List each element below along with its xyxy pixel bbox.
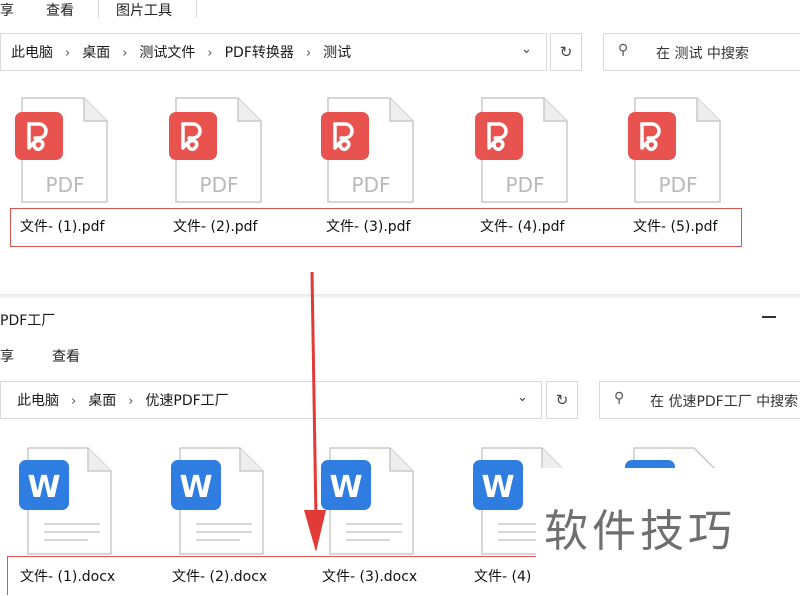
chevron-down-icon[interactable]: ⌄ (521, 42, 532, 57)
file-item-docx[interactable]: W (320, 446, 430, 558)
ribbon-divider (196, 0, 197, 18)
breadcrumb-item[interactable]: 测试 (323, 42, 351, 62)
window-title: PDF工厂 (0, 313, 56, 329)
pdf-file-icon: PDF (628, 97, 721, 203)
file-item-docx[interactable]: W (18, 446, 128, 558)
refresh-icon: ↻ (555, 391, 569, 409)
chevron-right-icon: › (65, 46, 71, 61)
ribbon-tab-view[interactable]: 查看 (46, 0, 74, 20)
word-file-icon: W (321, 447, 414, 555)
svg-text:PDF: PDF (200, 173, 239, 197)
word-file-icon: W (19, 447, 112, 555)
ribbon-tab-view[interactable]: 查看 (52, 346, 80, 366)
breadcrumb-item[interactable]: 桌面 (82, 42, 110, 62)
file-name[interactable]: 文件- (4) (474, 566, 531, 586)
search-input[interactable]: 在 优速PDF工厂 中搜索 (650, 391, 798, 411)
search-input[interactable]: 在 测试 中搜索 (656, 43, 749, 63)
file-name[interactable]: 文件- (1).docx (20, 566, 115, 586)
breadcrumb: 此电脑 › 桌面 › 测试文件 › PDF转换器 › 测试 (11, 42, 351, 62)
file-name[interactable]: 文件- (3).docx (322, 566, 417, 586)
search-icon: ⚲ (618, 42, 629, 58)
chevron-right-icon: › (305, 46, 312, 61)
address-bar[interactable]: 此电脑 › 桌面 › 测试文件 › PDF转换器 › 测试 ⌄ (0, 33, 547, 71)
file-name[interactable]: 文件- (1).pdf (20, 216, 105, 236)
file-name[interactable]: 文件- (4).pdf (480, 216, 565, 236)
watermark-text: 软件技巧 (544, 506, 736, 557)
svg-text:W: W (329, 470, 362, 505)
ribbon-tab-picture-tools[interactable]: 图片工具 (116, 0, 172, 20)
file-name[interactable]: 文件- (2).pdf (173, 216, 258, 236)
file-item-pdf[interactable]: PDF (14, 96, 124, 206)
svg-text:W: W (27, 470, 60, 505)
pdf-file-icon: PDF (475, 97, 568, 203)
chevron-right-icon: › (71, 394, 77, 409)
ribbon-tab-share[interactable]: 享 (0, 346, 14, 366)
file-item-pdf[interactable]: PDF (320, 96, 430, 206)
file-item-pdf[interactable]: PDF (168, 96, 278, 206)
ribbon-divider (98, 0, 99, 18)
search-box[interactable]: ⚲ 在 测试 中搜索 (603, 33, 800, 71)
explorer-window-top: 享 查看 图片工具 此电脑 › 桌面 › 测试文件 › PDF转换器 › 测试 ⌄ ↻ ⚲ 在 … (0, 0, 800, 296)
search-icon: ⚲ (614, 390, 625, 406)
ribbon-tab-share[interactable]: 享 (0, 0, 14, 20)
word-file-icon: W (171, 447, 264, 555)
breadcrumb-item[interactable]: 优速PDF工厂 (145, 390, 228, 410)
pdf-file-icon: PDF (169, 97, 262, 203)
chevron-down-icon[interactable]: ⌄ (517, 390, 528, 405)
breadcrumb-item[interactable]: PDF转换器 (225, 42, 294, 62)
refresh-button[interactable]: ↻ (550, 33, 582, 71)
chevron-right-icon: › (207, 46, 213, 61)
pdf-file-icon: PDF (15, 97, 108, 203)
svg-text:W: W (179, 470, 212, 505)
file-item-docx[interactable]: W (170, 446, 280, 558)
svg-text:PDF: PDF (352, 173, 391, 197)
conversion-arrow (304, 271, 326, 552)
breadcrumb-item[interactable]: 此电脑 (11, 42, 53, 62)
file-name[interactable]: 文件- (2).docx (172, 566, 267, 586)
chevron-right-icon: › (122, 46, 128, 61)
pdf-file-icon: PDF (321, 97, 414, 203)
breadcrumb-item[interactable]: 测试文件 (139, 42, 195, 62)
svg-text:PDF: PDF (46, 173, 85, 197)
minimize-button[interactable] (762, 316, 776, 318)
svg-text:PDF: PDF (506, 173, 545, 197)
file-item-pdf[interactable]: PDF (627, 96, 737, 206)
svg-text:W: W (481, 470, 514, 505)
breadcrumb-item[interactable]: 桌面 (88, 390, 116, 410)
file-name[interactable]: 文件- (3).pdf (326, 216, 411, 236)
breadcrumb-item[interactable]: 此电脑 (17, 390, 59, 410)
breadcrumb: 此电脑 › 桌面 › 优速PDF工厂 (17, 390, 229, 410)
refresh-icon: ↻ (559, 43, 573, 61)
file-item-pdf[interactable]: PDF (474, 96, 584, 206)
file-name[interactable]: 文件- (5).pdf (633, 216, 718, 236)
refresh-button[interactable]: ↻ (546, 381, 578, 419)
svg-text:PDF: PDF (659, 173, 698, 197)
address-bar[interactable]: 此电脑 › 桌面 › 优速PDF工厂 ⌄ (0, 381, 542, 419)
chevron-right-icon: › (128, 394, 134, 409)
search-box[interactable]: ⚲ 在 优速PDF工厂 中搜索 (599, 381, 800, 419)
